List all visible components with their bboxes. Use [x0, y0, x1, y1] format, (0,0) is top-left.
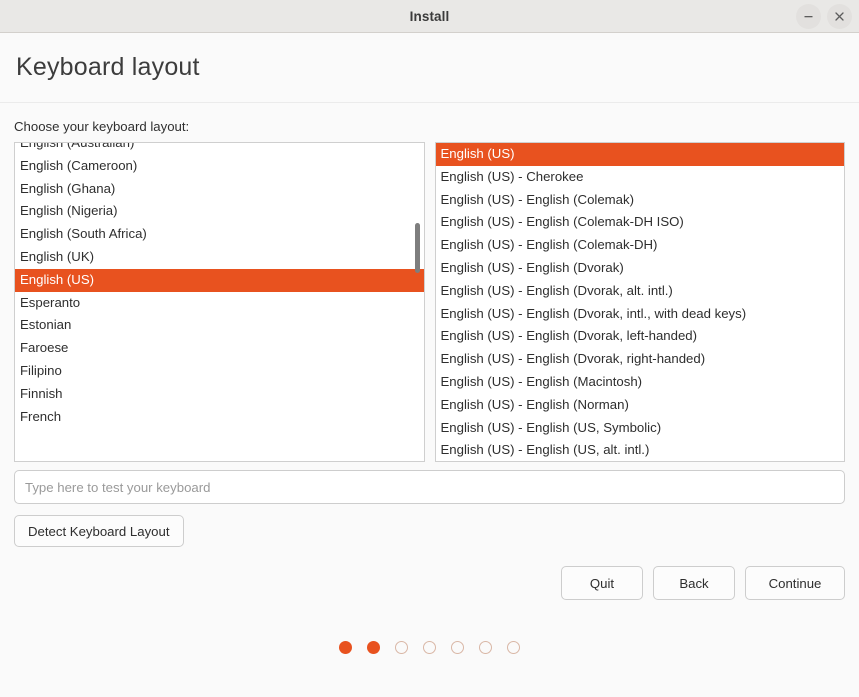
list-item[interactable]: English (US) - English (Colemak-DH)	[436, 234, 845, 257]
keyboard-layout-list[interactable]: English (Australian) English (Cameroon) En…	[14, 142, 425, 462]
list-item[interactable]: English (US) - English (US, Symbolic)	[436, 417, 845, 440]
close-button[interactable]	[827, 4, 852, 29]
list-item[interactable]: English (US) - English (US, alt. intl.)	[436, 439, 845, 461]
keyboard-variant-list-items: English (US) English (US) - Cherokee Engli…	[435, 143, 845, 461]
list-item[interactable]: English (South Africa)	[15, 223, 424, 246]
list-item[interactable]: English (US)	[435, 143, 844, 166]
list-item[interactable]: Esperanto	[15, 292, 424, 315]
list-item[interactable]: English (Cameroon)	[15, 155, 424, 178]
page-title: Keyboard layout	[16, 53, 200, 81]
minimize-button[interactable]	[796, 4, 821, 29]
progress-dot-empty	[423, 641, 436, 654]
list-item[interactable]: English (Australian)	[15, 143, 424, 155]
keyboard-layout-list-items: English (Australian) English (Cameroon) En…	[15, 143, 424, 429]
list-item[interactable]: Finnish	[15, 383, 424, 406]
list-item[interactable]: English (US) - English (Dvorak)	[436, 257, 845, 280]
navigation-buttons: Quit Back Continue	[14, 566, 845, 600]
list-item[interactable]: Faroese	[15, 337, 424, 360]
list-item[interactable]: English (US) - English (Colemak)	[436, 189, 845, 212]
main-content: Choose your keyboard layout: English (Au…	[0, 103, 859, 600]
list-item[interactable]: French	[15, 406, 424, 429]
list-item[interactable]: English (US) - English (Macintosh)	[436, 371, 845, 394]
page-header: Keyboard layout	[0, 33, 859, 103]
list-item[interactable]: English (US) - English (Norman)	[436, 394, 845, 417]
back-button[interactable]: Back	[653, 566, 735, 600]
progress-dots	[0, 641, 859, 654]
progress-dot-filled	[339, 641, 352, 654]
list-item[interactable]: English (Nigeria)	[15, 200, 424, 223]
list-item[interactable]: English (US) - English (Dvorak, alt. int…	[436, 280, 845, 303]
list-item[interactable]: English (US) - Cherokee	[436, 166, 845, 189]
minimize-icon	[803, 11, 814, 22]
list-item[interactable]: English (UK)	[15, 246, 424, 269]
list-item[interactable]: English (US) - English (Dvorak, left-han…	[436, 325, 845, 348]
progress-dot-filled	[367, 641, 380, 654]
window-titlebar: Install	[0, 0, 859, 33]
list-item[interactable]: Filipino	[15, 360, 424, 383]
list-item[interactable]: English (US) - English (Dvorak, intl., w…	[436, 303, 845, 326]
detect-keyboard-layout-button[interactable]: Detect Keyboard Layout	[14, 515, 184, 547]
continue-button[interactable]: Continue	[745, 566, 845, 600]
quit-button[interactable]: Quit	[561, 566, 643, 600]
progress-dot-empty	[507, 641, 520, 654]
keyboard-layout-scrollbar[interactable]	[413, 144, 422, 460]
list-item[interactable]: English (US)	[15, 268, 424, 292]
keyboard-variant-list[interactable]: English (US) English (US) - Cherokee Engli…	[434, 142, 845, 462]
list-item[interactable]: English (US) - English (Colemak-DH ISO)	[436, 211, 845, 234]
progress-dot-empty	[479, 641, 492, 654]
choose-layout-label: Choose your keyboard layout:	[14, 119, 190, 134]
list-item[interactable]: English (US) - English (Dvorak, right-ha…	[436, 348, 845, 371]
progress-dot-empty	[451, 641, 464, 654]
close-icon	[834, 11, 845, 22]
list-item[interactable]: English (Ghana)	[15, 178, 424, 201]
keyboard-test-input[interactable]	[14, 470, 845, 504]
progress-dot-empty	[395, 641, 408, 654]
keyboard-lists-row: English (Australian) English (Cameroon) En…	[14, 142, 845, 462]
window-title: Install	[409, 8, 450, 24]
list-item[interactable]: Estonian	[15, 314, 424, 337]
window-controls	[796, 0, 852, 33]
keyboard-layout-scrollbar-thumb[interactable]	[414, 223, 420, 273]
